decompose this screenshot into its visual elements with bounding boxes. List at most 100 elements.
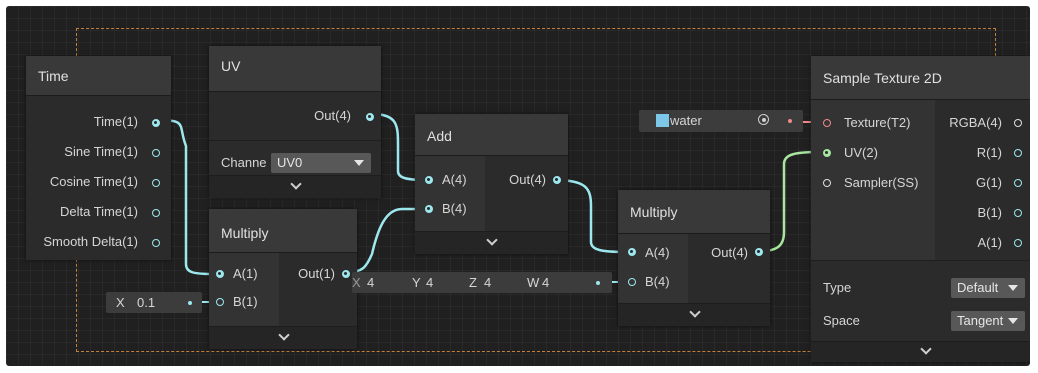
vec-z-label: Z: [469, 275, 477, 290]
output-out: Out(4): [509, 172, 546, 187]
output-cosine-time: Cosine Time(1): [49, 174, 138, 189]
inline-float-input[interactable]: X 0.1: [106, 292, 202, 313]
node-footer[interactable]: [209, 175, 381, 198]
port-a-in[interactable]: [628, 248, 636, 256]
port-g-out[interactable]: [1014, 179, 1022, 187]
output-sine-time: Sine Time(1): [64, 144, 138, 159]
port-cosine-time-out[interactable]: [152, 179, 160, 187]
node-body: A(1) B(1) Out(1): [209, 253, 357, 349]
output-rgba: RGBA(4): [949, 115, 1002, 130]
port-texture-in[interactable]: [823, 119, 831, 127]
dropdown-arrow-icon: [1008, 318, 1018, 324]
sample-texture-2d-node[interactable]: Sample Texture 2D Texture(T2) UV(2) Samp…: [811, 56, 1030, 362]
node-footer[interactable]: [811, 341, 1030, 362]
chevron-down-icon[interactable]: [921, 345, 931, 355]
output-out: Out(4): [314, 108, 351, 123]
node-title[interactable]: Multiply: [209, 209, 357, 253]
inline-texture-input[interactable]: water: [639, 110, 803, 132]
port-uv-out[interactable]: [366, 113, 374, 121]
vec-x-value[interactable]: 4: [367, 275, 374, 290]
x-value[interactable]: 0.1: [137, 295, 155, 310]
output-r: R(1): [976, 145, 1002, 160]
port-time-out[interactable]: [152, 119, 160, 127]
port-smooth-delta-out[interactable]: [152, 239, 160, 247]
port-a-out[interactable]: [1014, 239, 1022, 247]
node-footer[interactable]: [415, 231, 568, 254]
node-body: Time(1) Sine Time(1) Cosine Time(1) Delt…: [26, 96, 171, 260]
texture-swatch-icon: [656, 114, 669, 127]
output-delta-time: Delta Time(1): [59, 204, 138, 219]
node-body: Out(4) Channe UV0: [209, 92, 381, 198]
output-time: Time(1): [93, 114, 138, 129]
node-title[interactable]: Multiply: [618, 190, 770, 234]
connection-dot: [596, 281, 600, 285]
type-dropdown[interactable]: Default: [951, 278, 1025, 298]
port-rgba-out[interactable]: [1014, 119, 1022, 127]
uv-node[interactable]: UV Out(4) Channe UV0: [209, 46, 381, 198]
port-delta-time-out[interactable]: [152, 209, 160, 217]
port-out[interactable]: [553, 176, 561, 184]
multiply-node-1[interactable]: Multiply A(1) B(1) Out(1): [209, 209, 357, 349]
output-out: Out(4): [711, 245, 748, 260]
channel-label: Channe: [221, 155, 267, 170]
dropdown-arrow-icon: [1008, 285, 1018, 291]
port-b-in[interactable]: [216, 298, 224, 306]
node-body: A(4) B(4) Out(4): [618, 234, 770, 326]
input-texture: Texture(T2): [844, 115, 911, 130]
chevron-down-icon[interactable]: [690, 308, 700, 318]
port-a-in[interactable]: [216, 270, 224, 278]
dropdown-arrow-icon: [354, 160, 364, 166]
input-panel: [209, 253, 279, 327]
inline-vector4-input[interactable]: X 4 Y 4 Z 4 W 4: [352, 272, 612, 293]
input-uv: UV(2): [844, 145, 878, 160]
x-label: X: [116, 295, 125, 310]
node-footer[interactable]: [618, 303, 770, 326]
vec-w-value[interactable]: 4: [542, 275, 549, 290]
vec-y-value[interactable]: 4: [426, 275, 433, 290]
port-b-in[interactable]: [628, 278, 636, 286]
output-a: A(1): [977, 235, 1002, 250]
port-sine-time-out[interactable]: [152, 149, 160, 157]
port-out[interactable]: [755, 248, 763, 256]
object-picker-dot: [762, 118, 766, 122]
chevron-down-icon[interactable]: [279, 331, 289, 341]
node-footer[interactable]: [209, 326, 357, 349]
shader-graph-canvas[interactable]: Time Time(1) Sine Time(1) Cosine Time(1)…: [6, 6, 1030, 366]
port-sampler-in[interactable]: [823, 179, 831, 187]
input-a: A(4): [442, 172, 467, 187]
node-title[interactable]: Add: [415, 114, 568, 156]
node-title[interactable]: Sample Texture 2D: [811, 56, 1030, 100]
add-node[interactable]: Add A(4) B(4) Out(4): [415, 114, 568, 254]
port-a-in[interactable]: [425, 176, 433, 184]
node-title[interactable]: Time: [26, 56, 171, 96]
vec-w-label: W: [527, 275, 540, 290]
output-out: Out(1): [298, 266, 335, 281]
vec-x-label: X: [352, 275, 361, 290]
node-body: Texture(T2) UV(2) Sampler(SS) RGBA(4) R(…: [811, 100, 1030, 362]
port-out[interactable]: [342, 270, 350, 278]
chevron-down-icon[interactable]: [487, 236, 497, 246]
output-smooth-delta: Smooth Delta(1): [43, 234, 138, 249]
space-dropdown[interactable]: Tangent: [951, 311, 1025, 331]
input-b: B(4): [442, 201, 467, 216]
output-g: G(1): [976, 175, 1002, 190]
vec-z-value[interactable]: 4: [484, 275, 491, 290]
divider: [209, 140, 381, 141]
texture-name: water: [670, 113, 702, 128]
multiply-node-2[interactable]: Multiply A(4) B(4) Out(4): [618, 190, 770, 326]
node-body: A(4) B(4) Out(4): [415, 156, 568, 254]
port-b-in[interactable]: [425, 205, 433, 213]
port-b-out[interactable]: [1014, 209, 1022, 217]
canvas: Time Time(1) Sine Time(1) Cosine Time(1)…: [0, 0, 1038, 373]
input-panel: [415, 156, 485, 232]
port-uv-in[interactable]: [823, 149, 831, 157]
port-r-out[interactable]: [1014, 149, 1022, 157]
input-a: A(4): [645, 245, 670, 260]
channel-dropdown[interactable]: UV0: [271, 153, 371, 173]
vec-y-label: Y: [412, 275, 421, 290]
chevron-down-icon[interactable]: [291, 180, 301, 190]
time-node[interactable]: Time Time(1) Sine Time(1) Cosine Time(1)…: [26, 56, 171, 260]
output-b: B(1): [977, 205, 1002, 220]
node-title[interactable]: UV: [209, 46, 381, 92]
type-label: Type: [823, 280, 852, 295]
